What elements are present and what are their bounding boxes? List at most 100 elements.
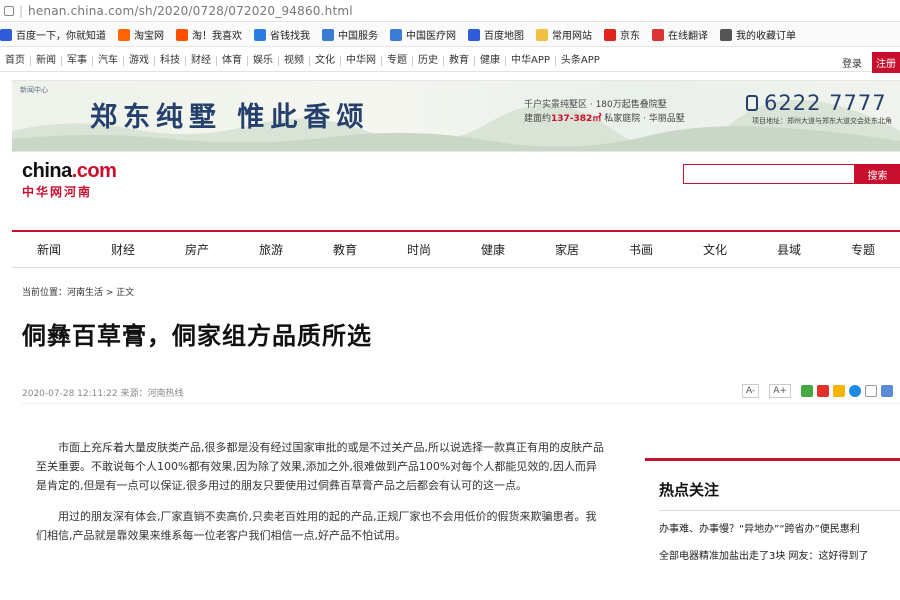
bookmark-item[interactable]: 百度一下，你就知道 (0, 27, 106, 42)
divider (22, 403, 900, 404)
nav-item[interactable]: 专题 (826, 241, 900, 258)
top-link[interactable]: 视频 (279, 55, 310, 66)
nav-item[interactable]: 家居 (530, 241, 604, 258)
bookmark-item[interactable]: 百度地图 (468, 27, 524, 42)
font-larger-button[interactable]: A+ (769, 384, 791, 398)
page-info-icon[interactable] (4, 5, 14, 16)
blue-square-icon (254, 28, 266, 41)
top-link[interactable]: 游戏 (124, 55, 155, 66)
hot-topic-link[interactable]: 办事难、办事慢？“异地办”“跨省办”便民惠利 (659, 521, 892, 538)
top-link[interactable]: 军事 (62, 55, 93, 66)
banner-ad[interactable]: 新闻中心 郑东纯墅 惟此香颂 千户实景纯墅区 · 180万起售叠院墅 建面约13… (12, 80, 900, 152)
bookmark-label: 常用网站 (552, 31, 592, 42)
divider (659, 510, 900, 511)
nav-item[interactable]: 健康 (456, 241, 530, 258)
phone-icon (746, 95, 758, 111)
nav-item[interactable]: 时尚 (382, 241, 456, 258)
bookmark-label: 省钱找我 (270, 31, 310, 42)
nav-item[interactable]: 书画 (604, 241, 678, 258)
banner-mini-logo: 新闻中心 (20, 86, 48, 94)
weibo-share-icon[interactable] (816, 385, 829, 397)
site-logo[interactable]: china.com 中华网河南 (22, 160, 117, 200)
top-link[interactable]: 科技 (155, 55, 186, 66)
hot-topics-list: 办事难、办事慢？“异地办”“跨省办”便民惠利 全部电器精准加盐出走了3块 网友：这… (645, 521, 900, 565)
top-links-bar: 首页 新闻 军事 汽车 游戏 科技 财经 体育 娱乐 视频 文化 中华网 专题 历史 教育 健康 中华APP 头条… (0, 50, 900, 73)
banner-address: 项目地址：郑州大道与郑东大道交会处东北角 (752, 117, 892, 125)
red-square-icon (604, 28, 616, 41)
nav-item[interactable]: 财经 (86, 241, 160, 258)
bookmark-item[interactable]: 淘宝网 (118, 27, 164, 42)
login-link[interactable]: 登录 (842, 55, 862, 70)
bookmark-item[interactable]: 中国医疗网 (390, 27, 456, 42)
hot-topics: 热点关注 办事难、办事慢？“异地办”“跨省办”便民惠利 全部电器精准加盐出走了3块… (645, 458, 900, 575)
circle-icon (322, 28, 334, 41)
site-logo-dot: .com (71, 160, 117, 182)
circle-icon (720, 28, 732, 41)
hot-topics-title: 热点关注 (659, 481, 720, 499)
nav-item[interactable]: 房产 (160, 241, 234, 258)
more-share-icon[interactable] (880, 385, 893, 397)
bookmark-label: 淘！我喜欢 (192, 31, 242, 42)
top-links-list: 首页 新闻 军事 汽车 游戏 科技 财经 体育 娱乐 视频 文化 中华网 专题 历史 教育 健康 中华APP 头条… (0, 55, 605, 66)
breadcrumb[interactable]: 当前位置：河南生活 > 正文 (22, 285, 134, 298)
hot-topic-link[interactable]: 全部电器精准加盐出走了3块 网友：这好得到了 (659, 548, 892, 565)
folder-icon (536, 28, 548, 41)
nav-item[interactable]: 教育 (308, 241, 382, 258)
top-link[interactable]: 汽车 (93, 55, 124, 66)
bookmark-label: 百度一下，你就知道 (16, 31, 106, 42)
banner-info-suffix: 私家庭院 · 华丽品墅 (601, 114, 685, 124)
article-title: 侗彝百草膏，侗家组方品质所选 (22, 322, 372, 350)
circle-icon (652, 28, 664, 41)
top-link[interactable]: 健康 (475, 55, 506, 66)
top-link[interactable]: 头条APP (556, 55, 605, 66)
paw-icon (0, 28, 12, 41)
register-button[interactable]: 注册 (872, 52, 900, 73)
bookmark-label: 中国医疗网 (406, 31, 456, 42)
bookmark-label: 淘宝网 (134, 31, 164, 42)
font-smaller-button[interactable]: A- (742, 384, 760, 398)
bookmark-label: 百度地图 (484, 31, 524, 42)
top-link[interactable]: 新闻 (31, 55, 62, 66)
search-input[interactable] (683, 164, 855, 184)
top-link[interactable]: 中华APP (506, 55, 556, 66)
qzone-share-icon[interactable] (832, 385, 845, 397)
top-link[interactable]: 历史 (413, 55, 444, 66)
bookmark-item[interactable]: 中国服务 (322, 27, 378, 42)
nav-item[interactable]: 县域 (752, 241, 826, 258)
article-paragraph: 市面上充斥着大量皮肤类产品,很多都是没有经过国家审批的或是不过关产品,所以说选择… (36, 441, 604, 492)
bookmark-item[interactable]: 京东 (604, 27, 640, 42)
qq-share-icon[interactable] (848, 385, 861, 397)
top-link[interactable]: 体育 (217, 55, 248, 66)
top-link[interactable]: 中华网 (341, 55, 382, 66)
top-link[interactable]: 首页 (0, 55, 31, 66)
bookmark-item[interactable]: 在线翻译 (652, 27, 708, 42)
nav-item[interactable]: 文化 (678, 241, 752, 258)
article-paragraph: 用过的朋友深有体会,厂家直销不卖高价,只卖老百姓用的起的产品,正规厂家也不会用低… (36, 510, 597, 542)
address-bar[interactable]: | henan.china.com/sh/2020/0728/072020_94… (0, 0, 900, 22)
banner-info-prefix: 建面约 (524, 114, 552, 124)
bookmarks-bar: 百度一下，你就知道 淘宝网 淘！我喜欢 省钱找我 中国服务 中国医疗网 百度地图 常用网站 京东… (0, 23, 900, 47)
site-logo-main: china.com (22, 160, 117, 183)
nav-item[interactable]: 旅游 (234, 241, 308, 258)
bookmark-item[interactable]: 我的收藏订单 (720, 27, 796, 42)
circle-icon (390, 28, 402, 41)
bookmark-item[interactable]: 淘！我喜欢 (176, 27, 242, 42)
top-link[interactable]: 娱乐 (248, 55, 279, 66)
taobao-icon (118, 28, 130, 41)
top-link[interactable]: 教育 (444, 55, 475, 66)
bookmark-item[interactable]: 常用网站 (536, 27, 592, 42)
search-button[interactable]: 搜索 (855, 164, 900, 184)
bookmark-label: 我的收藏订单 (736, 31, 796, 42)
top-link[interactable]: 专题 (382, 55, 413, 66)
top-link[interactable]: 文化 (310, 55, 341, 66)
banner-info-line2: 建面约137-382㎡ 私家庭院 · 华丽品墅 (524, 111, 685, 124)
url-text[interactable]: henan.china.com/sh/2020/0728/072020_9486… (28, 4, 353, 18)
top-link[interactable]: 财经 (186, 55, 217, 66)
paw-icon (468, 28, 480, 41)
wechat-share-icon[interactable] (800, 385, 813, 397)
site-logo-text: china (22, 160, 72, 182)
bookmark-item[interactable]: 省钱找我 (254, 27, 310, 42)
banner-phone: 6222 7777 (764, 91, 887, 115)
copy-link-icon[interactable] (864, 385, 877, 397)
nav-item[interactable]: 新闻 (12, 241, 86, 258)
